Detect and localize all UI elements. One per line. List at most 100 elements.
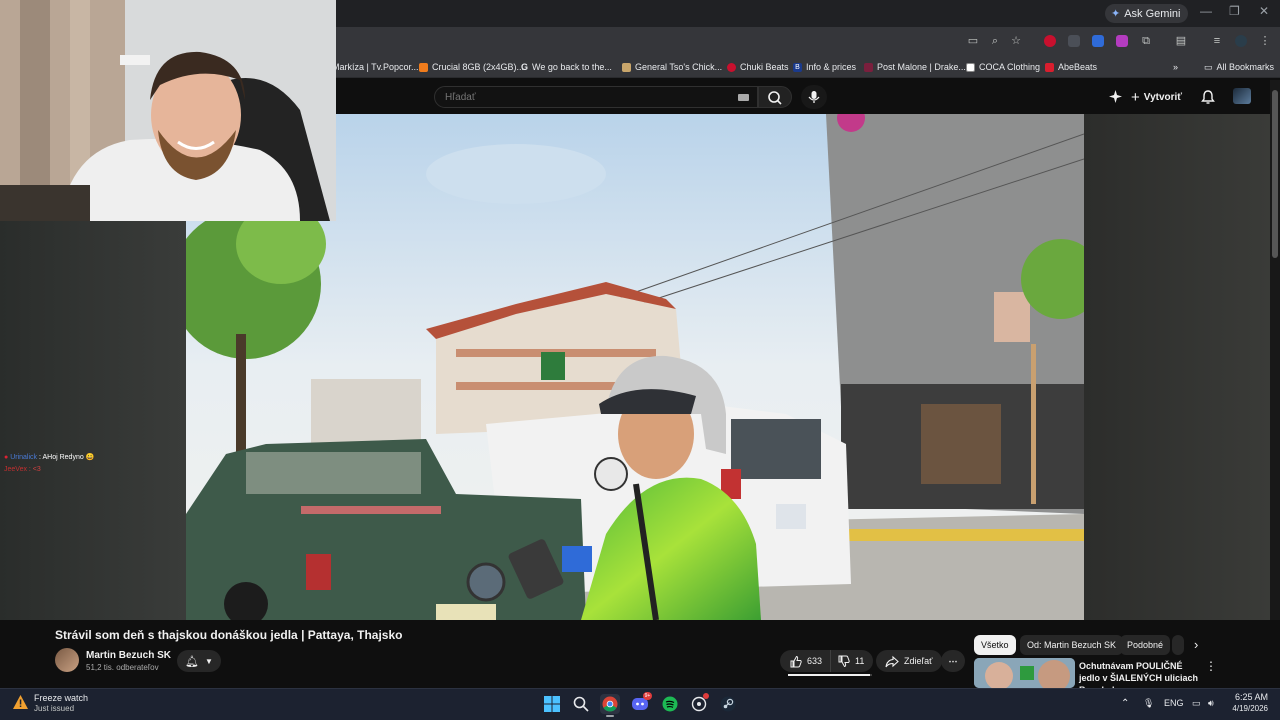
create-label: Vytvoriť: [1143, 91, 1183, 103]
extension-icon[interactable]: [1044, 35, 1056, 47]
network-icon[interactable]: ▭: [1192, 698, 1201, 709]
stream-overlay-panel: [0, 221, 186, 620]
chat-message: ● Urinalick : AHoj Redyno 😀: [4, 454, 95, 461]
tray-overflow-icon[interactable]: ⌃: [1121, 698, 1129, 709]
discord-badge: 9+: [643, 692, 652, 700]
chevron-down-icon: ▼: [205, 656, 213, 666]
bookmarks-overflow-icon[interactable]: »: [1173, 60, 1178, 74]
restore-button[interactable]: ❐: [1229, 4, 1240, 18]
account-avatar[interactable]: [1233, 88, 1251, 104]
chip-partial[interactable]: [1172, 635, 1184, 655]
cast-icon[interactable]: ▭: [966, 34, 980, 48]
create-button[interactable]: + Vytvoriť: [1131, 88, 1182, 106]
webcam-feed: [0, 0, 336, 221]
search-button[interactable]: [758, 86, 792, 108]
bookmark-favicon: [1045, 62, 1054, 72]
voice-search-button[interactable]: [801, 85, 827, 109]
running-indicator: [606, 715, 614, 717]
chrome-icon[interactable]: [600, 694, 620, 714]
browser-menu-icon[interactable]: ⋮: [1258, 34, 1272, 48]
clock-date[interactable]: 4/19/2026: [1226, 704, 1268, 713]
search-icon[interactable]: [571, 694, 591, 714]
more-vertical-icon[interactable]: ⋮: [1205, 659, 1217, 673]
gemini-icon[interactable]: [1108, 89, 1123, 109]
chip-all[interactable]: Všetko: [974, 635, 1016, 655]
spotify-icon[interactable]: [660, 694, 680, 714]
emote-icon: 😀: [85, 454, 95, 461]
chevron-right-icon[interactable]: ›: [1194, 637, 1198, 652]
media-controls-icon[interactable]: ≡: [1210, 34, 1224, 48]
chat-text: : AHoj Redyno: [38, 454, 84, 461]
subscription-bell-button[interactable]: 🔔︎ ▼: [177, 650, 221, 672]
share-button[interactable]: Zdieľať: [876, 650, 942, 672]
bookmark-item[interactable]: AbeBeats: [1045, 60, 1097, 74]
search-box[interactable]: [434, 86, 758, 108]
keyboard-icon[interactable]: [738, 94, 749, 101]
chat-text: : <3: [28, 466, 41, 473]
chat-username: JeeVex: [4, 466, 27, 473]
bell-icon: 🔔︎: [185, 655, 200, 668]
plus-icon: +: [1131, 88, 1140, 106]
like-ratio-fill: [788, 674, 870, 676]
minimize-button[interactable]: —: [1200, 4, 1212, 18]
all-bookmarks-button[interactable]: ▭ All Bookmarks: [1204, 60, 1274, 74]
mic-icon[interactable]: 🎙︎: [1143, 698, 1154, 709]
windows-start-icon[interactable]: [542, 694, 562, 714]
chip-from-channel[interactable]: Od: Martin Bezuch SK: [1020, 635, 1124, 655]
notifications-button[interactable]: [1200, 89, 1216, 110]
bookmark-item[interactable]: Crucial 8GB (2x4GB)...: [419, 60, 524, 74]
bookmark-item[interactable]: General Tso's Chick...: [622, 60, 722, 74]
search-icon: [768, 91, 782, 105]
extension-icon[interactable]: [1092, 35, 1104, 47]
extension-icon[interactable]: [1116, 35, 1128, 47]
bookmark-favicon: [622, 62, 631, 72]
scrollbar-thumb[interactable]: [1272, 90, 1278, 258]
volume-icon[interactable]: 🔊︎: [1208, 698, 1214, 709]
extension-icon[interactable]: [1068, 35, 1080, 47]
channel-avatar[interactable]: [55, 648, 79, 672]
google-g-icon: G: [521, 62, 529, 72]
clock-time[interactable]: 6:25 AM: [1230, 692, 1268, 702]
share-icon: [885, 655, 899, 667]
weather-alert-title[interactable]: Freeze watch: [34, 693, 88, 703]
dislike-button[interactable]: 11: [830, 650, 874, 672]
bookmark-item[interactable]: COCA Clothing: [966, 60, 1040, 74]
sidepanel-icon[interactable]: ▤: [1174, 34, 1188, 48]
bookmark-item[interactable]: Markíza | Tv.Popcor...: [332, 60, 419, 74]
dislike-count: 11: [855, 656, 865, 666]
notification-dot: [703, 693, 709, 699]
weather-alert-subtitle: Just issued: [34, 704, 75, 713]
gemini-spark-icon: ✦: [1111, 8, 1121, 20]
language-indicator[interactable]: ENG: [1164, 698, 1184, 708]
bookmark-favicon: [864, 62, 873, 72]
ask-gemini-label: Ask Gemini: [1124, 7, 1181, 20]
ask-gemini-button[interactable]: ✦ Ask Gemini: [1105, 4, 1189, 23]
booking-b-icon: B: [793, 62, 802, 72]
profile-avatar[interactable]: [1235, 35, 1247, 47]
steam-icon[interactable]: [718, 694, 738, 714]
more-horizontal-icon: ⋯: [948, 655, 958, 666]
close-window-button[interactable]: ✕: [1259, 4, 1269, 18]
recommended-thumbnail[interactable]: [974, 658, 1075, 688]
extensions-puzzle-icon[interactable]: ⧉: [1139, 34, 1153, 48]
theater-side-panel: [1084, 114, 1270, 620]
more-actions-button[interactable]: ⋯: [941, 650, 965, 672]
like-button[interactable]: 633: [780, 650, 831, 672]
zoom-icon[interactable]: ⌕: [988, 34, 1002, 48]
subscriber-count: 51,2 tis. odberateľov: [86, 663, 159, 672]
bookmark-item[interactable]: G We go back to the...: [521, 60, 612, 74]
folder-icon: ▭: [1204, 61, 1213, 72]
bookmark-item[interactable]: B Info & prices: [793, 60, 856, 74]
bookmark-favicon: [419, 62, 428, 72]
channel-name[interactable]: Martin Bezuch SK: [86, 650, 171, 661]
bookmark-item[interactable]: Chuki Beats: [727, 60, 789, 74]
bookmark-star-icon[interactable]: ☆: [1009, 34, 1023, 48]
bookmark-favicon: [966, 62, 975, 72]
bookmark-item[interactable]: Post Malone | Drake...: [864, 60, 966, 74]
like-count: 633: [807, 656, 823, 666]
like-icon: [790, 655, 802, 667]
search-input[interactable]: [445, 92, 705, 103]
chat-message: JeeVex : <3: [4, 466, 41, 473]
share-label: Zdieľať: [904, 656, 933, 666]
chip-related[interactable]: Podobné: [1120, 635, 1171, 655]
